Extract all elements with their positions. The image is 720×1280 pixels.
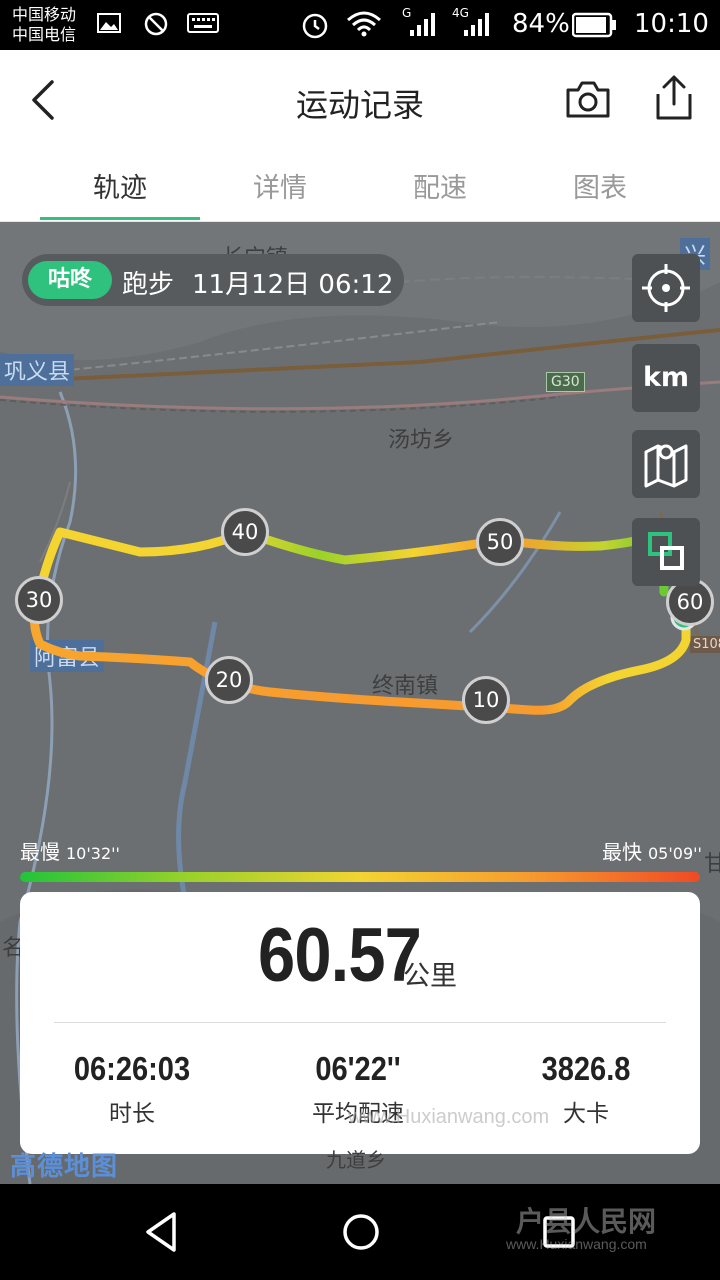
km-marker-30: 30 xyxy=(15,576,63,624)
nav-home-button[interactable] xyxy=(335,1206,387,1258)
distance-unit: 公里 xyxy=(403,961,457,992)
route-map[interactable]: 长宁镇 巩义县 G30 汤坊乡 阿富县 终南镇 兴 S108 甘 名 xyxy=(0,222,720,1184)
tab-bar: 轨迹 详情 配速 图表 xyxy=(0,150,720,222)
calories-value: 3826.8 xyxy=(541,1050,631,1087)
avg-pace-value: 06'22'' xyxy=(315,1050,401,1087)
camera-icon xyxy=(566,81,610,118)
carrier-1: 中国移动 xyxy=(12,5,77,24)
corner-watermark-title: 户县人民网 xyxy=(516,1205,657,1238)
alarm-icon xyxy=(302,13,328,39)
share-icon xyxy=(656,75,692,120)
fastest-label: 最快 xyxy=(602,840,642,864)
slowest-label: 最慢 xyxy=(20,840,60,864)
total-distance: 60.57 xyxy=(258,913,422,998)
km-marker-10: 10 xyxy=(462,676,510,724)
battery-icon xyxy=(572,12,616,38)
tab-indicator xyxy=(40,217,200,220)
carrier-2: 中国电信 xyxy=(12,25,77,44)
carrier-info: 中国移动 中国电信 xyxy=(12,5,76,45)
slowest-value: 10'32'' xyxy=(66,844,120,863)
corner-watermark-url: www.Huxianwang.com xyxy=(506,1236,647,1252)
signal-icon-2 xyxy=(464,13,489,36)
record-datetime: 11月12日 06:12 xyxy=(192,270,394,300)
locate-button[interactable] xyxy=(632,254,700,322)
stat-duration: 06:26:03 时长 xyxy=(32,1050,232,1128)
layers-button[interactable] xyxy=(632,518,700,586)
status-bar: 中国移动 中国电信 G 4G 84% 10:10 xyxy=(0,0,720,50)
tab-details[interactable]: 详情 xyxy=(200,166,360,205)
duration-label: 时长 xyxy=(109,1101,155,1127)
duration-value: 06:26:03 xyxy=(73,1050,191,1087)
clock: 10:10 xyxy=(634,9,709,39)
map-fold-icon xyxy=(644,444,688,488)
sport-type: 跑步 xyxy=(122,270,175,300)
km-marker-20: 20 xyxy=(205,656,253,704)
map-type-button[interactable] xyxy=(632,430,700,498)
unit-toggle-button[interactable]: km xyxy=(632,344,700,412)
map-attribution-logo: 高德地图 xyxy=(10,1152,119,1182)
nav-back-button[interactable] xyxy=(136,1206,188,1258)
pace-legend-slowest: 最慢 10'32'' xyxy=(20,836,120,865)
share-button[interactable] xyxy=(648,72,700,124)
gallery-icon xyxy=(97,13,121,33)
record-info-pill: 咕咚 跑步 11月12日 06:12 xyxy=(22,254,404,306)
tab-charts[interactable]: 图表 xyxy=(520,166,680,205)
circle-home-icon xyxy=(343,1214,379,1250)
layers-icon xyxy=(648,532,684,570)
km-marker-50: 50 xyxy=(476,518,524,566)
crosshair-icon xyxy=(642,264,690,312)
fastest-value: 05'09'' xyxy=(648,844,702,863)
app-header: 运动记录 xyxy=(0,50,720,150)
camera-button[interactable] xyxy=(562,74,614,126)
keyboard-icon xyxy=(187,13,219,33)
km-marker-40: 40 xyxy=(221,508,269,556)
system-nav-bar: 户县人民网 www.Huxianwang.com xyxy=(0,1184,720,1280)
triangle-back-icon xyxy=(146,1212,176,1252)
pace-gradient-bar xyxy=(20,872,700,882)
battery-percent: 84% xyxy=(512,9,570,39)
tab-pace[interactable]: 配速 xyxy=(360,166,520,205)
watermark-text: www.Huxianwang.com xyxy=(348,1106,550,1128)
tab-track[interactable]: 轨迹 xyxy=(40,166,200,205)
signal-icon-1 xyxy=(410,13,435,36)
unit-label: km xyxy=(642,362,690,393)
card-divider xyxy=(54,1022,666,1023)
brand-badge: 咕咚 xyxy=(28,261,112,299)
pace-legend-fastest: 最快 05'09'' xyxy=(602,836,702,865)
wifi-icon xyxy=(347,11,381,37)
map-label-jiuzhan: 九道乡 xyxy=(326,1148,386,1172)
blocked-icon xyxy=(144,12,168,36)
